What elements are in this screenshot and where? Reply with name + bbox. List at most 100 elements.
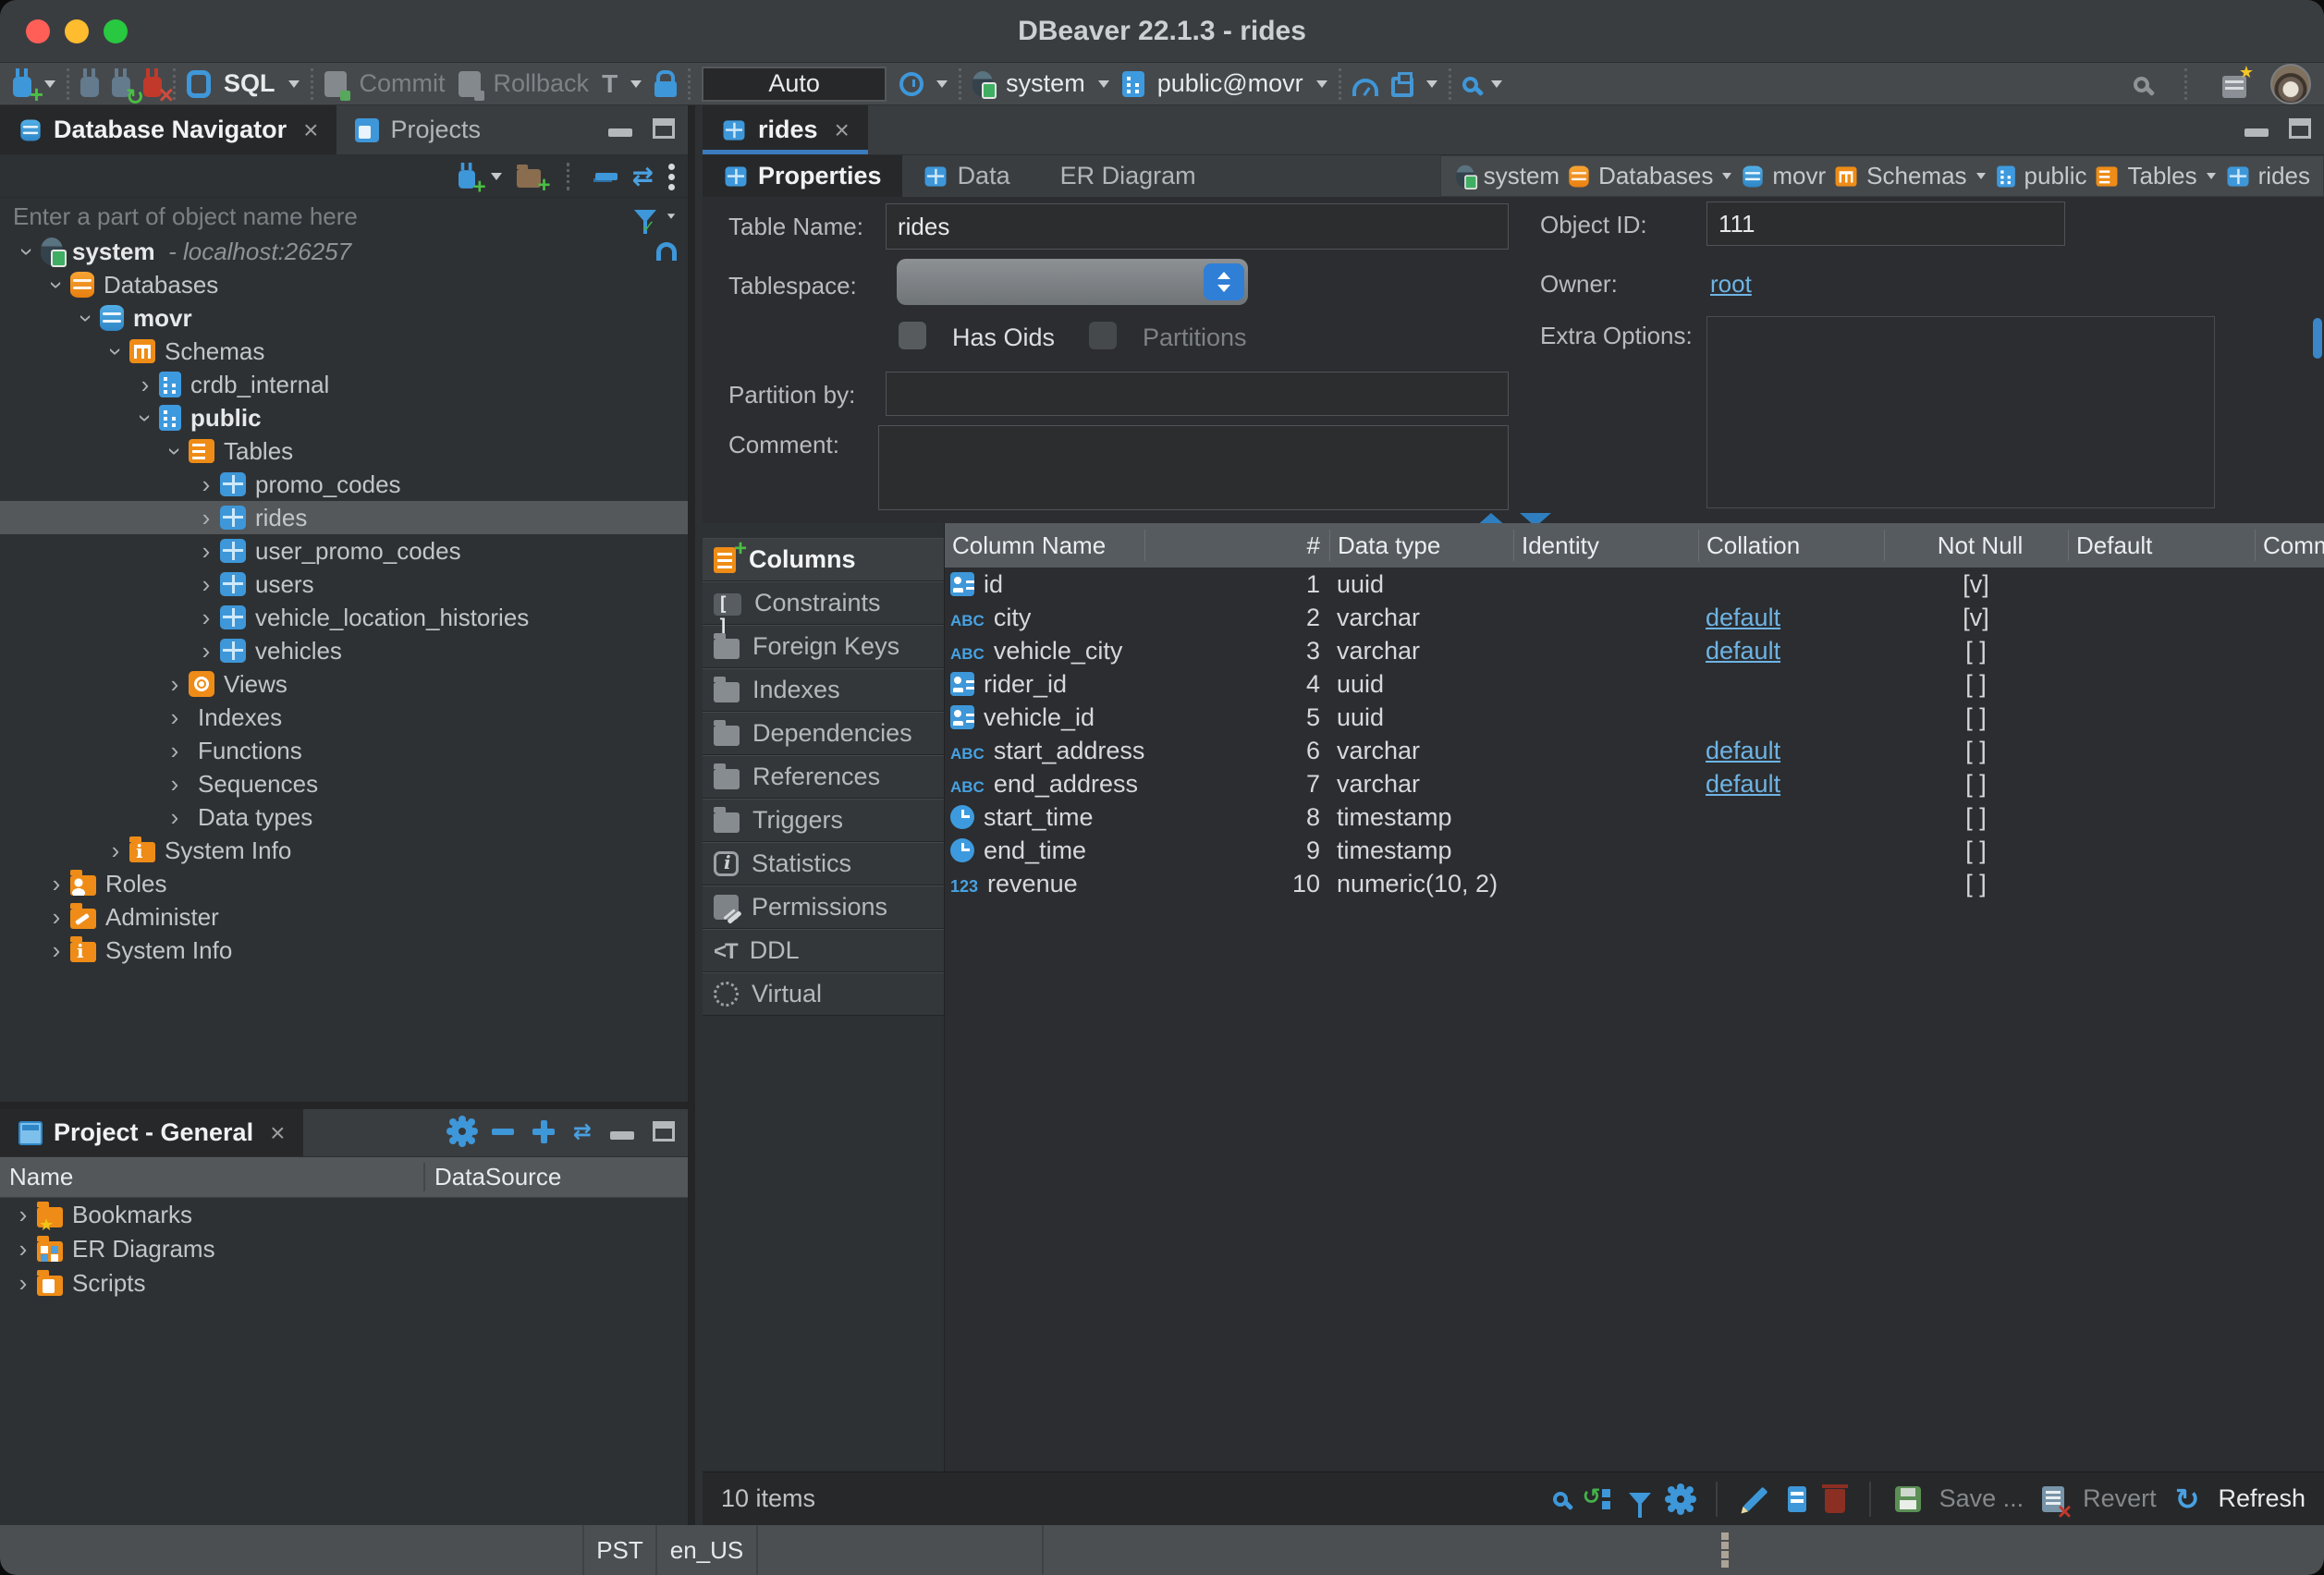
invalidate-connection-icon[interactable]: [112, 77, 130, 97]
cell-collation[interactable]: default: [1706, 737, 1780, 765]
cell-notnull[interactable]: [v]: [1884, 604, 2068, 632]
subsection-tab[interactable]: Columns: [703, 538, 944, 581]
chevron-icon[interactable]: [192, 504, 220, 532]
sql-editor-icon[interactable]: [187, 70, 211, 98]
table-row[interactable]: revenue 10 numeric(10, 2) [ ]: [945, 867, 2324, 900]
search-icon[interactable]: [1553, 1492, 1568, 1507]
cell-notnull[interactable]: [ ]: [1884, 670, 2068, 699]
tab-projects[interactable]: Projects: [336, 105, 499, 154]
project-tree-item[interactable]: Bookmarks: [0, 1198, 688, 1232]
minimize-panel-icon[interactable]: [608, 128, 632, 137]
statusbar-grip[interactable]: [1721, 1532, 1729, 1540]
tree-item[interactable]: rides: [0, 501, 688, 534]
cell-notnull[interactable]: [ ]: [1884, 870, 2068, 898]
transaction-history-icon[interactable]: [899, 72, 923, 96]
quick-search-icon[interactable]: [2134, 77, 2149, 92]
search-dropdown[interactable]: [1491, 80, 1502, 88]
chevron-icon[interactable]: [161, 437, 189, 466]
column-header-comment[interactable]: Comm: [2255, 530, 2324, 561]
revert-icon[interactable]: [2042, 1486, 2064, 1512]
tasks-dropdown[interactable]: [1426, 80, 1437, 88]
sql-editor-dropdown[interactable]: [288, 80, 300, 88]
filter-dropdown[interactable]: [667, 214, 675, 219]
tab-database-navigator[interactable]: Database Navigator ×: [0, 105, 336, 154]
tree-item[interactable]: Administer: [0, 900, 688, 934]
column-header-name[interactable]: Column Name: [945, 530, 1144, 561]
tree-item[interactable]: Roles: [0, 867, 688, 900]
partition-by-input[interactable]: [886, 372, 1509, 416]
dashboard-icon[interactable]: [1352, 79, 1378, 96]
cell-collation[interactable]: default: [1706, 770, 1780, 799]
table-row[interactable]: start_time 8 timestamp [ ]: [945, 800, 2324, 834]
tree-item[interactable]: user_promo_codes: [0, 534, 688, 568]
subsection-tab[interactable]: Dependencies: [703, 712, 944, 755]
table-row[interactable]: city 2 varchar default [v]: [945, 601, 2324, 634]
column-header-name[interactable]: Name: [0, 1163, 423, 1191]
tree-item[interactable]: Views: [0, 667, 688, 701]
maximize-panel-icon[interactable]: [2289, 118, 2311, 139]
save-button[interactable]: Save ...: [1939, 1484, 2024, 1513]
lock-icon[interactable]: [654, 81, 677, 97]
subsection-tab[interactable]: Statistics: [703, 842, 944, 885]
refresh-list-icon[interactable]: [1586, 1487, 1610, 1511]
object-filter-input[interactable]: [11, 201, 625, 232]
tree-item[interactable]: Functions: [0, 734, 688, 767]
configuration-icon[interactable]: [2222, 76, 2246, 98]
close-tab-icon[interactable]: ×: [303, 116, 318, 145]
new-connection-dropdown[interactable]: [44, 80, 55, 88]
commit-button[interactable]: Commit: [360, 69, 446, 98]
object-id-input[interactable]: [1706, 201, 2065, 246]
project-tree-item[interactable]: ER Diagrams: [0, 1232, 688, 1266]
tree-item[interactable]: Tables: [0, 434, 688, 468]
breadcrumb-dropdown[interactable]: [1722, 173, 1731, 179]
tree-item[interactable]: System Info: [0, 834, 688, 867]
scrollbar-thumb[interactable]: [2313, 318, 2322, 359]
owner-link[interactable]: root: [1710, 270, 1752, 299]
rollback-icon[interactable]: [459, 71, 481, 97]
search-metadata-icon[interactable]: [1462, 77, 1478, 92]
table-row[interactable]: vehicle_id 5 uuid [ ]: [945, 701, 2324, 734]
column-header-identity[interactable]: Identity: [1513, 530, 1698, 561]
link-with-editor-icon[interactable]: [573, 1120, 592, 1142]
collapse-all-icon[interactable]: [595, 173, 618, 180]
tab-project-general[interactable]: Project - General ×: [0, 1109, 303, 1156]
connect-icon[interactable]: [80, 77, 99, 97]
edit-icon[interactable]: [1743, 1486, 1767, 1511]
user-avatar[interactable]: [2270, 64, 2311, 104]
tree-item[interactable]: promo_codes: [0, 468, 688, 501]
subsection-tab[interactable]: Triggers: [703, 799, 944, 842]
chevron-icon[interactable]: [13, 238, 41, 266]
chevron-icon[interactable]: [43, 903, 70, 932]
connection-dropdown[interactable]: [1098, 80, 1109, 88]
cell-notnull[interactable]: [v]: [1884, 570, 2068, 599]
chevron-icon[interactable]: [161, 737, 189, 765]
refresh-button[interactable]: Refresh: [2218, 1484, 2306, 1513]
maximize-panel-icon[interactable]: [653, 1121, 675, 1142]
editor-subtab[interactable]: Properties: [703, 155, 902, 197]
subsection-tab[interactable]: Indexes: [703, 668, 944, 712]
minimize-panel-icon[interactable]: [2244, 128, 2269, 137]
column-header-ordinal[interactable]: #: [1144, 530, 1329, 561]
breadcrumb-dropdown[interactable]: [1976, 173, 1986, 179]
chevron-icon[interactable]: [192, 470, 220, 499]
active-connection-selector[interactable]: system: [1006, 69, 1085, 98]
tree-item[interactable]: vehicle_location_histories: [0, 601, 688, 634]
tree-item[interactable]: system - localhost:26257: [0, 235, 688, 268]
tree-item[interactable]: vehicles: [0, 634, 688, 667]
locale-indicator[interactable]: en_US: [655, 1525, 756, 1575]
chevron-icon[interactable]: [43, 870, 70, 898]
breadcrumb-item[interactable]: Tables: [2094, 162, 2217, 190]
chevron-icon[interactable]: [192, 637, 220, 665]
link-with-editor-icon[interactable]: [632, 164, 654, 189]
subsection-tab[interactable]: References: [703, 755, 944, 799]
transaction-dropdown[interactable]: [630, 80, 642, 88]
tree-item[interactable]: movr: [0, 301, 688, 335]
table-row[interactable]: end_time 9 timestamp [ ]: [945, 834, 2324, 867]
editor-subtab[interactable]: Data: [902, 155, 1031, 197]
tablespace-combo[interactable]: [897, 259, 1248, 305]
delete-icon[interactable]: [1825, 1489, 1845, 1513]
tab-rides-editor[interactable]: rides ×: [703, 105, 868, 154]
breadcrumb-item[interactable]: Databases: [1567, 162, 1733, 190]
sql-editor-button[interactable]: SQL: [224, 69, 275, 98]
collapse-icon[interactable]: [492, 1129, 514, 1135]
